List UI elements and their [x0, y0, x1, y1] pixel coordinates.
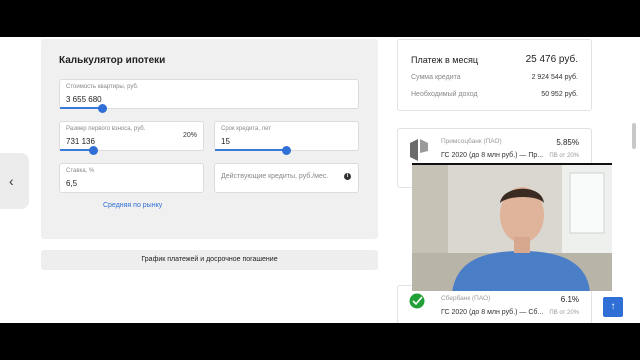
- calculator-title: Калькулятор ипотеки: [59, 55, 166, 66]
- payment-summary-card: Платеж в месяц 25 476 руб. Сумма кредита…: [397, 39, 592, 111]
- required-income-label: Необходимый доход: [411, 91, 478, 98]
- info-icon[interactable]: i: [344, 173, 351, 180]
- property-cost-slider-handle[interactable]: [98, 104, 107, 113]
- bank-program: ГС 2020 (до 8 млн руб.) — Пр...: [441, 152, 544, 159]
- down-payment-field[interactable]: Размер первого взноса, руб. 731 136 20%: [59, 121, 204, 155]
- sberbank-logo-icon: [409, 293, 425, 309]
- chevron-left-icon: ‹: [9, 173, 14, 189]
- down-payment-label: Размер первого взноса, руб.: [66, 126, 146, 132]
- loan-term-slider-track[interactable]: [215, 149, 286, 151]
- loan-term-field[interactable]: Срок кредита, лет 15: [214, 121, 359, 155]
- primsocbank-logo-icon: [410, 139, 428, 161]
- loan-term-value[interactable]: 15: [221, 137, 230, 146]
- property-cost-label: Стоимость квартиры, руб.: [66, 84, 139, 90]
- loan-amount-label: Сумма кредита: [411, 74, 461, 81]
- bank-down-payment: ПВ от 20%: [549, 310, 579, 316]
- loan-amount-value: 2 924 544 руб.: [531, 74, 578, 81]
- bank-rate: 5.85%: [556, 138, 579, 147]
- required-income-value: 50 952 руб.: [541, 91, 578, 98]
- rate-value[interactable]: 6,5: [66, 179, 77, 188]
- bank-name: Сбербанк (ПАО): [441, 295, 491, 302]
- loan-term-label: Срок кредита, лет: [221, 126, 272, 132]
- down-payment-value[interactable]: 731 136: [66, 137, 95, 146]
- monthly-payment-label: Платеж в месяц: [411, 55, 478, 65]
- average-rate-link[interactable]: Средняя по рынку: [103, 202, 162, 209]
- down-payment-percent: 20%: [182, 132, 197, 139]
- down-payment-slider-handle[interactable]: [89, 146, 98, 155]
- rate-label: Ставка, %: [66, 168, 95, 174]
- prev-nav-button[interactable]: ‹: [0, 153, 29, 209]
- property-cost-slider-track[interactable]: [60, 107, 102, 109]
- bank-rate: 6.1%: [560, 295, 579, 304]
- existing-credits-placeholder: Действующие кредиты, руб./мес.: [221, 173, 329, 180]
- bank-down-payment: ПВ от 20%: [549, 153, 579, 159]
- property-cost-field[interactable]: Стоимость квартиры, руб. 3 655 680: [59, 79, 359, 113]
- existing-credits-field[interactable]: Действующие кредиты, руб./мес. i: [214, 163, 359, 193]
- webcam-overlay: [412, 163, 612, 291]
- rate-field[interactable]: Ставка, % 6,5: [59, 163, 204, 193]
- bank-program: ГС 2020 (до 8 млн руб.) — Сб...: [441, 309, 544, 316]
- page-scrollbar[interactable]: [632, 123, 636, 149]
- loan-term-slider-handle[interactable]: [282, 146, 291, 155]
- bank-name: Примсоцбанк (ПАО): [441, 138, 502, 145]
- scroll-top-button[interactable]: ↑: [603, 297, 623, 317]
- webcam-video-frame: [412, 165, 612, 291]
- property-cost-value[interactable]: 3 655 680: [66, 95, 102, 104]
- monthly-payment-value: 25 476 руб.: [525, 54, 578, 65]
- payment-schedule-button[interactable]: График платежей и досрочное погашение: [41, 250, 378, 270]
- mortgage-calculator: Калькулятор ипотеки Стоимость квартиры, …: [41, 39, 378, 239]
